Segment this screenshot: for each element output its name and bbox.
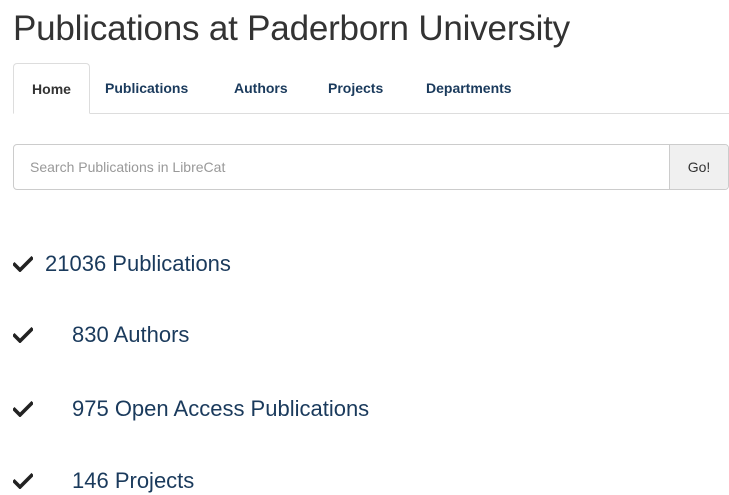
check-icon — [13, 256, 33, 272]
search-input[interactable] — [14, 145, 670, 189]
check-icon — [13, 473, 33, 489]
tab-home[interactable]: Home — [13, 63, 90, 114]
check-icon — [13, 401, 33, 417]
page: Publications at Paderborn University Hom… — [0, 0, 729, 495]
go-button[interactable]: Go! — [669, 145, 728, 189]
stat-projects-link[interactable]: 146 Projects — [72, 466, 194, 495]
nav-tabs: Home Publications Authors Projects Depar… — [13, 63, 729, 114]
tab-projects[interactable]: Projects — [328, 63, 383, 114]
stat-authors-link[interactable]: 830 Authors — [72, 320, 189, 350]
search-bar: Go! — [13, 144, 729, 190]
page-title: Publications at Paderborn University — [13, 9, 570, 48]
tab-departments[interactable]: Departments — [426, 63, 512, 114]
tab-publications[interactable]: Publications — [105, 63, 188, 114]
stat-publications-link[interactable]: 21036 Publications — [45, 249, 231, 279]
tab-authors[interactable]: Authors — [234, 63, 288, 114]
check-icon — [13, 327, 33, 343]
stat-open-access-link[interactable]: 975 Open Access Publications — [72, 394, 369, 424]
